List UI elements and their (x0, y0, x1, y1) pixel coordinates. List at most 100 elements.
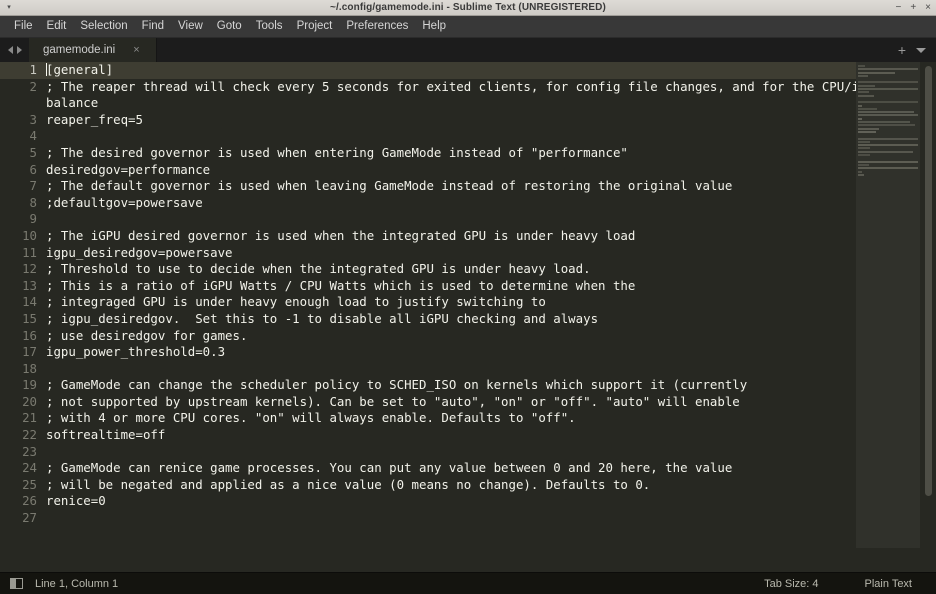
line-text: ; The reaper thread will check every 5 s… (46, 79, 936, 112)
minimap-line (858, 151, 913, 153)
code-line[interactable]: 2 ; The reaper thread will check every 5 … (0, 79, 936, 112)
line-text: [general] (46, 62, 936, 79)
line-number: 6 (0, 162, 46, 179)
menu-goto[interactable]: Goto (210, 18, 249, 36)
minimap-line (858, 124, 915, 126)
line-number: 3 (0, 112, 46, 129)
minimap-line (858, 68, 918, 70)
code-line[interactable]: 25 ; will be negated and applied as a nic… (0, 477, 936, 494)
vertical-scrollbar[interactable] (920, 62, 936, 572)
new-tab-icon[interactable]: + (898, 43, 906, 57)
minimap-line (858, 108, 877, 110)
code-line[interactable]: 23 (0, 444, 936, 461)
code-line[interactable]: 18 (0, 361, 936, 378)
code-editor[interactable]: 1 [general] 2 ; The reaper thread will chec… (0, 62, 936, 572)
minimap-line (858, 118, 862, 120)
code-line[interactable]: 24 ; GameMode can renice game processes. … (0, 460, 936, 477)
minimap-line (858, 128, 879, 130)
line-number: 5 (0, 145, 46, 162)
line-number: 27 (0, 510, 46, 527)
tab-gamemode-ini[interactable]: gamemode.ini × (29, 38, 157, 62)
minimap-line (858, 72, 895, 74)
code-line[interactable]: 1 [general] (0, 62, 936, 79)
close-button[interactable]: × (925, 3, 931, 13)
line-number: 22 (0, 427, 46, 444)
code-line[interactable]: 22 softrealtime=off (0, 427, 936, 444)
line-text: renice=0 (46, 493, 936, 510)
menu-file[interactable]: File (7, 18, 40, 36)
line-text: desiredgov=performance (46, 162, 936, 179)
minimap-viewport[interactable] (856, 62, 920, 548)
code-line[interactable]: 8 ;defaultgov=powersave (0, 195, 936, 212)
menu-tools[interactable]: Tools (249, 18, 290, 36)
line-number: 12 (0, 261, 46, 278)
line-number: 17 (0, 344, 46, 361)
line-number: 10 (0, 228, 46, 245)
minimap-line (858, 161, 918, 163)
toggle-sidebar-icon[interactable] (10, 578, 23, 589)
text-cursor (46, 63, 47, 76)
code-line[interactable]: 3 reaper_freq=5 (0, 112, 936, 129)
line-text: ; Threshold to use to decide when the in… (46, 261, 936, 278)
line-text: ; integraged GPU is under heavy enough l… (46, 294, 936, 311)
tab-close-icon[interactable]: × (133, 45, 139, 56)
tab-next-icon[interactable] (17, 46, 22, 54)
maximize-button[interactable]: + (910, 3, 916, 13)
line-text: softrealtime=off (46, 427, 936, 444)
minimap-line (858, 138, 918, 140)
line-text: ;defaultgov=powersave (46, 195, 936, 212)
window-controls: − + × (895, 3, 936, 13)
menu-preferences[interactable]: Preferences (339, 18, 415, 36)
code-line[interactable]: 26 renice=0 (0, 493, 936, 510)
line-number: 2 (0, 79, 46, 96)
code-line[interactable]: 16 ; use desiredgov for games. (0, 328, 936, 345)
scrollbar-thumb[interactable] (925, 66, 932, 496)
tab-size-label[interactable]: Tab Size: 4 (764, 578, 818, 590)
window-titlebar: ▾ ~/.config/gamemode.ini - Sublime Text … (0, 0, 936, 16)
code-line[interactable]: 4 (0, 128, 936, 145)
syntax-label[interactable]: Plain Text (865, 578, 913, 590)
line-text: igpu_desiredgov=powersave (46, 245, 936, 262)
line-number: 9 (0, 211, 46, 228)
line-text: ; not supported by upstream kernels). Ca… (46, 394, 936, 411)
tab-prev-icon[interactable] (8, 46, 13, 54)
code-line[interactable]: 6 desiredgov=performance (0, 162, 936, 179)
minimap[interactable] (856, 62, 920, 572)
code-line[interactable]: 11 igpu_desiredgov=powersave (0, 245, 936, 262)
menu-view[interactable]: View (171, 18, 210, 36)
minimap-line (858, 141, 870, 143)
code-line[interactable]: 5 ; The desired governor is used when ent… (0, 145, 936, 162)
code-line[interactable]: 20 ; not supported by upstream kernels). … (0, 394, 936, 411)
line-number: 23 (0, 444, 46, 461)
line-text: ; with 4 or more CPU cores. "on" will al… (46, 410, 936, 427)
code-line[interactable]: 13 ; This is a ratio of iGPU Watts / CPU … (0, 278, 936, 295)
minimap-line (858, 154, 870, 156)
menu-edit[interactable]: Edit (40, 18, 74, 36)
line-number: 25 (0, 477, 46, 494)
code-line[interactable]: 9 (0, 211, 936, 228)
tab-list-chevron-down-icon[interactable] (916, 48, 926, 53)
code-line[interactable]: 19 ; GameMode can change the scheduler po… (0, 377, 936, 394)
code-line[interactable]: 27 (0, 510, 936, 527)
line-text: ; This is a ratio of iGPU Watts / CPU Wa… (46, 278, 936, 295)
code-line[interactable]: 14 ; integraged GPU is under heavy enough… (0, 294, 936, 311)
line-number: 7 (0, 178, 46, 195)
minimap-line (858, 167, 918, 169)
code-line[interactable]: 17 igpu_power_threshold=0.3 (0, 344, 936, 361)
minimap-line (858, 114, 918, 116)
minimize-button[interactable]: − (895, 3, 901, 13)
menu-selection[interactable]: Selection (73, 18, 134, 36)
code-line[interactable]: 21 ; with 4 or more CPU cores. "on" will … (0, 410, 936, 427)
code-line[interactable]: 15 ; igpu_desiredgov. Set this to -1 to d… (0, 311, 936, 328)
code-line[interactable]: 12 ; Threshold to use to decide when the … (0, 261, 936, 278)
line-number: 4 (0, 128, 46, 145)
minimap-line (858, 164, 869, 166)
code-line[interactable]: 10 ; The iGPU desired governor is used wh… (0, 228, 936, 245)
code-line[interactable]: 7 ; The default governor is used when lea… (0, 178, 936, 195)
statusbar-right: Tab Size: 4 Plain Text (764, 578, 926, 590)
minimap-line (858, 144, 918, 146)
menu-find[interactable]: Find (135, 18, 171, 36)
menu-help[interactable]: Help (415, 18, 453, 36)
minimap-line (858, 91, 869, 93)
menu-project[interactable]: Project (290, 18, 340, 36)
